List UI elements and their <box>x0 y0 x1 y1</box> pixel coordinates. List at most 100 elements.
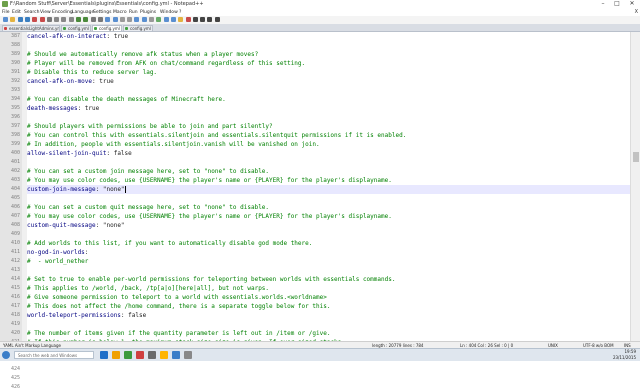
stop-icon[interactable] <box>192 17 198 22</box>
menu-window[interactable]: Window <box>160 9 178 16</box>
code-line[interactable]: # This applies to /world, /back, /tp[a|o… <box>27 284 630 293</box>
start-button[interactable] <box>2 351 10 359</box>
app-icon[interactable] <box>136 351 144 359</box>
func-list-icon[interactable] <box>170 17 176 22</box>
taskbar-search[interactable]: Search the web and Windows <box>14 351 94 359</box>
code-line[interactable]: allow-silent-join-quit: false <box>27 149 630 158</box>
code-line[interactable] <box>27 194 630 203</box>
code-line[interactable]: no-god-in-worlds: <box>27 248 630 257</box>
redo-icon[interactable] <box>83 17 89 22</box>
sync-v-icon[interactable] <box>119 17 125 22</box>
all-chars-icon[interactable] <box>141 17 147 22</box>
file-explorer-icon[interactable] <box>112 351 120 359</box>
find-icon[interactable] <box>90 17 96 22</box>
code-line[interactable] <box>27 86 630 95</box>
yaml-key: no-god-in-worlds <box>27 249 85 256</box>
close-button[interactable]: ✕ <box>625 0 639 8</box>
undo-icon[interactable] <box>76 17 81 22</box>
code-line[interactable]: # Give someone permission to teleport to… <box>27 293 630 302</box>
notepadpp-task-icon[interactable] <box>172 351 180 359</box>
sync-h-icon[interactable] <box>127 17 133 22</box>
code-line[interactable]: # Should players with permissions be abl… <box>27 122 630 131</box>
zoom-in-icon[interactable] <box>105 17 111 22</box>
menu-language[interactable]: Language <box>72 9 94 16</box>
lang-icon[interactable] <box>156 17 162 22</box>
menu-plugins[interactable]: Plugins <box>140 9 156 16</box>
menu-run[interactable]: Run <box>129 9 138 16</box>
vertical-scrollbar[interactable] <box>630 32 640 341</box>
save-macro-icon[interactable] <box>214 17 220 22</box>
indent-guide-icon[interactable] <box>149 17 154 22</box>
code-line[interactable] <box>27 41 630 50</box>
code-line[interactable]: cancel-afk-on-interact: true <box>27 32 630 41</box>
code-line[interactable] <box>27 230 630 239</box>
app-icon[interactable] <box>184 351 192 359</box>
maximize-button[interactable]: □ <box>610 0 624 8</box>
code-line[interactable]: # You may use color codes, use {USERNAME… <box>27 212 630 221</box>
code-line[interactable]: # Disable this to reduce server lag. <box>27 68 630 77</box>
copy-icon[interactable] <box>61 17 67 22</box>
store-icon[interactable] <box>124 351 132 359</box>
wrap-icon[interactable] <box>134 17 140 22</box>
print-icon[interactable] <box>46 17 52 22</box>
open-icon[interactable] <box>10 17 16 22</box>
play-icon[interactable] <box>200 17 206 22</box>
tray-clock[interactable]: 19:59 23/11/2015 <box>606 349 636 361</box>
code-line[interactable]: # You can set a custom quit message here… <box>27 203 630 212</box>
code-line[interactable]: # - world_nether <box>27 257 630 266</box>
menu-search[interactable]: Search <box>24 9 39 16</box>
code-line[interactable]: # You can set a custom join message here… <box>27 167 630 176</box>
app-icon[interactable] <box>148 351 156 359</box>
menu-file[interactable]: File <box>2 9 10 16</box>
menu-macro[interactable]: Macro <box>113 9 127 16</box>
app-icon[interactable] <box>160 351 168 359</box>
close-icon[interactable] <box>32 17 38 22</box>
new-icon[interactable] <box>3 17 8 22</box>
code-line[interactable]: custom-quit-message: "none" <box>27 221 630 230</box>
folder-icon[interactable] <box>178 17 184 22</box>
code-line[interactable]: custom-join-message: "none" <box>27 185 630 194</box>
code-line[interactable] <box>27 266 630 275</box>
code-line[interactable] <box>27 113 630 122</box>
zoom-out-icon[interactable] <box>112 17 118 22</box>
tab-3[interactable]: config.yml <box>92 25 122 31</box>
code-line[interactable]: # This does not affect the /home command… <box>27 302 630 311</box>
cut-icon[interactable] <box>54 17 60 22</box>
code-line[interactable]: # Add worlds to this list, if you want t… <box>27 239 630 248</box>
record-icon[interactable] <box>185 17 191 22</box>
menu-help[interactable]: ? <box>179 9 181 16</box>
paste-icon[interactable] <box>68 17 74 22</box>
scrollbar-thumb[interactable] <box>633 152 639 162</box>
menu-encoding[interactable]: Encoding <box>52 9 73 16</box>
tab-4[interactable]: config.yml <box>123 25 153 31</box>
code-line[interactable]: # Player will be removed from AFK on cha… <box>27 59 630 68</box>
minimize-button[interactable]: – <box>596 0 610 8</box>
save-all-icon[interactable] <box>24 17 30 22</box>
tab-2[interactable]: config.yml <box>61 25 91 31</box>
code-line[interactable]: # You can disable the death messages of … <box>27 95 630 104</box>
menu-settings[interactable]: Settings <box>93 9 111 16</box>
text-editor[interactable]: cancel-afk-on-interact: true # Should we … <box>27 32 630 341</box>
code-line[interactable]: # In addition, people with essentials.si… <box>27 140 630 149</box>
code-line[interactable]: # You can control this with essentials.s… <box>27 131 630 140</box>
yaml-key: death-messages <box>27 105 78 112</box>
code-line[interactable]: cancel-afk-on-move: true <box>27 77 630 86</box>
menu-view[interactable]: View <box>40 9 51 16</box>
menu-edit[interactable]: Edit <box>12 9 21 16</box>
code-line[interactable]: world-teleport-permissions: false <box>27 311 630 320</box>
doc-map-icon[interactable] <box>163 17 169 22</box>
replace-icon[interactable] <box>97 17 103 22</box>
code-line[interactable]: # The number of items given if the quant… <box>27 329 630 338</box>
save-icon[interactable] <box>17 17 23 22</box>
task-view-icon[interactable] <box>100 351 108 359</box>
code-line[interactable] <box>27 158 630 167</box>
code-line[interactable] <box>27 320 630 329</box>
run-macro-icon[interactable] <box>207 17 213 22</box>
code-line[interactable]: # You may use color codes, use {USERNAME… <box>27 176 630 185</box>
close-document-button[interactable]: X <box>635 9 638 16</box>
tab-1[interactable]: essentialsLightAdmins.yml <box>2 25 60 31</box>
code-line[interactable]: # Should we automatically remove afk sta… <box>27 50 630 59</box>
code-line[interactable]: death-messages: true <box>27 104 630 113</box>
code-line[interactable]: # Set to true to enable per-world permis… <box>27 275 630 284</box>
close-all-icon[interactable] <box>39 17 45 22</box>
